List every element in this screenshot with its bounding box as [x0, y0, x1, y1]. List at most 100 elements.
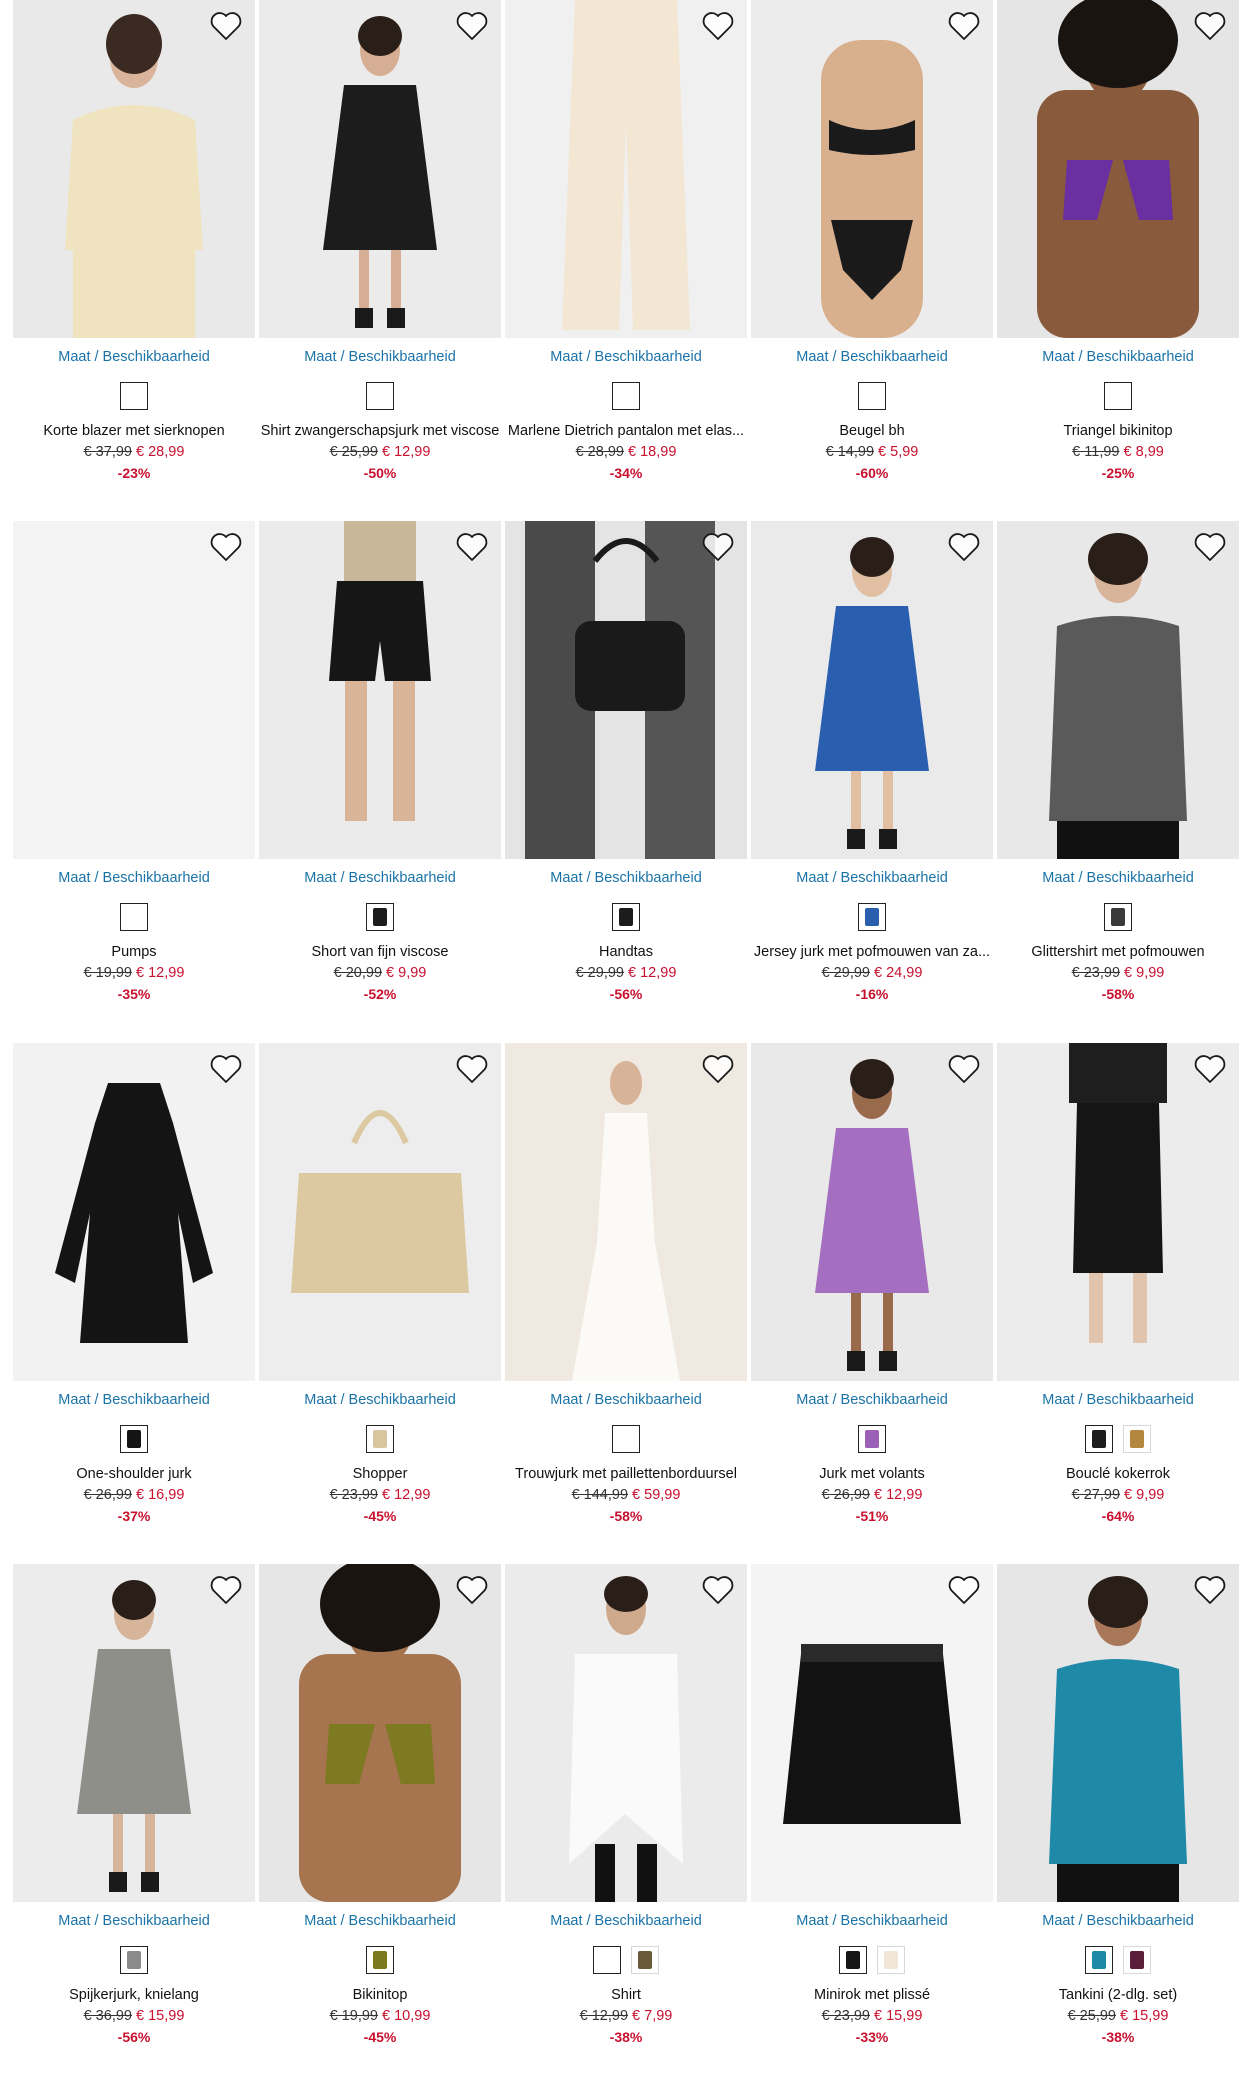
color-swatch[interactable]	[1085, 1425, 1113, 1453]
product-name[interactable]: Handtas	[505, 944, 747, 960]
product-card[interactable]: Maat / Beschikbaarheid Marlene Dietrich p…	[505, 0, 747, 500]
size-availability-link[interactable]: Maat / Beschikbaarheid	[751, 1913, 993, 1929]
wishlist-heart-icon[interactable]	[947, 10, 981, 42]
product-card[interactable]: Maat / Beschikbaarheid Jurk met volants € …	[751, 1043, 993, 1543]
size-availability-link[interactable]: Maat / Beschikbaarheid	[13, 870, 255, 886]
color-swatch[interactable]	[612, 1425, 640, 1453]
product-card[interactable]: Maat / Beschikbaarheid Korte blazer met s…	[13, 0, 255, 500]
color-swatch[interactable]	[120, 903, 148, 931]
wishlist-heart-icon[interactable]	[1193, 1053, 1227, 1085]
product-name[interactable]: Shirt zwangerschapsjurk met viscose	[259, 423, 501, 439]
size-availability-link[interactable]: Maat / Beschikbaarheid	[13, 1913, 255, 1929]
size-availability-link[interactable]: Maat / Beschikbaarheid	[259, 1913, 501, 1929]
color-swatch[interactable]	[120, 1425, 148, 1453]
product-card[interactable]: Maat / Beschikbaarheid Short van fijn vis…	[259, 521, 501, 1021]
product-image[interactable]	[505, 0, 747, 338]
size-availability-link[interactable]: Maat / Beschikbaarheid	[13, 1392, 255, 1408]
color-swatch[interactable]	[858, 1425, 886, 1453]
product-card[interactable]: Maat / Beschikbaarheid Minirok met plissé…	[751, 1564, 993, 2064]
color-swatch[interactable]	[1104, 382, 1132, 410]
product-name[interactable]: Jersey jurk met pofmouwen van za...	[751, 944, 993, 960]
wishlist-heart-icon[interactable]	[209, 531, 243, 563]
product-card[interactable]: Maat / Beschikbaarheid Beugel bh € 14,99 €…	[751, 0, 993, 500]
product-name[interactable]: Spijkerjurk, knielang	[13, 1987, 255, 2003]
product-card[interactable]: Maat / Beschikbaarheid One-shoulder jurk €…	[13, 1043, 255, 1543]
wishlist-heart-icon[interactable]	[701, 1574, 735, 1606]
size-availability-link[interactable]: Maat / Beschikbaarheid	[13, 349, 255, 365]
product-image[interactable]	[751, 0, 993, 338]
size-availability-link[interactable]: Maat / Beschikbaarheid	[751, 349, 993, 365]
color-swatch[interactable]	[593, 1946, 621, 1974]
size-availability-link[interactable]: Maat / Beschikbaarheid	[997, 1913, 1239, 1929]
product-image[interactable]	[13, 521, 255, 859]
wishlist-heart-icon[interactable]	[947, 531, 981, 563]
wishlist-heart-icon[interactable]	[209, 1053, 243, 1085]
product-image[interactable]	[13, 0, 255, 338]
color-swatch[interactable]	[366, 1425, 394, 1453]
size-availability-link[interactable]: Maat / Beschikbaarheid	[997, 1392, 1239, 1408]
color-swatch[interactable]	[1104, 903, 1132, 931]
product-image[interactable]	[997, 1564, 1239, 1902]
product-name[interactable]: Marlene Dietrich pantalon met elas...	[505, 423, 747, 439]
product-card[interactable]: Maat / Beschikbaarheid Shirt € 12,99 € 7,9…	[505, 1564, 747, 2064]
wishlist-heart-icon[interactable]	[455, 1574, 489, 1606]
product-image[interactable]	[997, 521, 1239, 859]
wishlist-heart-icon[interactable]	[209, 1574, 243, 1606]
color-swatch[interactable]	[612, 382, 640, 410]
product-image[interactable]	[505, 521, 747, 859]
product-image[interactable]	[751, 1043, 993, 1381]
product-card[interactable]: Maat / Beschikbaarheid Spijkerjurk, kniel…	[13, 1564, 255, 2064]
product-name[interactable]: Trouwjurk met paillettenborduursel	[505, 1466, 747, 1482]
wishlist-heart-icon[interactable]	[455, 1053, 489, 1085]
product-card[interactable]: Maat / Beschikbaarheid Shirt zwangerschap…	[259, 0, 501, 500]
product-name[interactable]: Glittershirt met pofmouwen	[997, 944, 1239, 960]
size-availability-link[interactable]: Maat / Beschikbaarheid	[997, 349, 1239, 365]
wishlist-heart-icon[interactable]	[947, 1574, 981, 1606]
product-card[interactable]: Maat / Beschikbaarheid Triangel bikinitop…	[997, 0, 1239, 500]
product-image[interactable]	[997, 1043, 1239, 1381]
product-name[interactable]: Korte blazer met sierknopen	[13, 423, 255, 439]
product-image[interactable]	[259, 521, 501, 859]
size-availability-link[interactable]: Maat / Beschikbaarheid	[505, 349, 747, 365]
product-image[interactable]	[751, 521, 993, 859]
product-name[interactable]: Jurk met volants	[751, 1466, 993, 1482]
color-swatch[interactable]	[366, 382, 394, 410]
color-swatch[interactable]	[120, 382, 148, 410]
wishlist-heart-icon[interactable]	[701, 531, 735, 563]
product-card[interactable]: Maat / Beschikbaarheid Pumps € 19,99 € 12,…	[13, 521, 255, 1021]
color-swatch[interactable]	[631, 1946, 659, 1974]
product-image[interactable]	[13, 1564, 255, 1902]
wishlist-heart-icon[interactable]	[1193, 1574, 1227, 1606]
size-availability-link[interactable]: Maat / Beschikbaarheid	[259, 349, 501, 365]
product-card[interactable]: Maat / Beschikbaarheid Bouclé kokerrok € 2…	[997, 1043, 1239, 1543]
product-name[interactable]: Bikinitop	[259, 1987, 501, 2003]
size-availability-link[interactable]: Maat / Beschikbaarheid	[505, 870, 747, 886]
color-swatch[interactable]	[1085, 1946, 1113, 1974]
color-swatch[interactable]	[858, 903, 886, 931]
wishlist-heart-icon[interactable]	[1193, 10, 1227, 42]
product-image[interactable]	[13, 1043, 255, 1381]
size-availability-link[interactable]: Maat / Beschikbaarheid	[751, 870, 993, 886]
color-swatch[interactable]	[120, 1946, 148, 1974]
size-availability-link[interactable]: Maat / Beschikbaarheid	[997, 870, 1239, 886]
product-image[interactable]	[259, 0, 501, 338]
size-availability-link[interactable]: Maat / Beschikbaarheid	[259, 1392, 501, 1408]
product-name[interactable]: Triangel bikinitop	[997, 423, 1239, 439]
size-availability-link[interactable]: Maat / Beschikbaarheid	[259, 870, 501, 886]
product-name[interactable]: Pumps	[13, 944, 255, 960]
product-name[interactable]: Short van fijn viscose	[259, 944, 501, 960]
product-name[interactable]: One-shoulder jurk	[13, 1466, 255, 1482]
size-availability-link[interactable]: Maat / Beschikbaarheid	[505, 1913, 747, 1929]
product-image[interactable]	[505, 1043, 747, 1381]
color-swatch[interactable]	[366, 1946, 394, 1974]
color-swatch[interactable]	[839, 1946, 867, 1974]
product-image[interactable]	[505, 1564, 747, 1902]
wishlist-heart-icon[interactable]	[701, 10, 735, 42]
product-image[interactable]	[997, 0, 1239, 338]
product-card[interactable]: Maat / Beschikbaarheid Jersey jurk met po…	[751, 521, 993, 1021]
size-availability-link[interactable]: Maat / Beschikbaarheid	[505, 1392, 747, 1408]
color-swatch[interactable]	[1123, 1425, 1151, 1453]
color-swatch[interactable]	[612, 903, 640, 931]
product-image[interactable]	[259, 1043, 501, 1381]
wishlist-heart-icon[interactable]	[947, 1053, 981, 1085]
